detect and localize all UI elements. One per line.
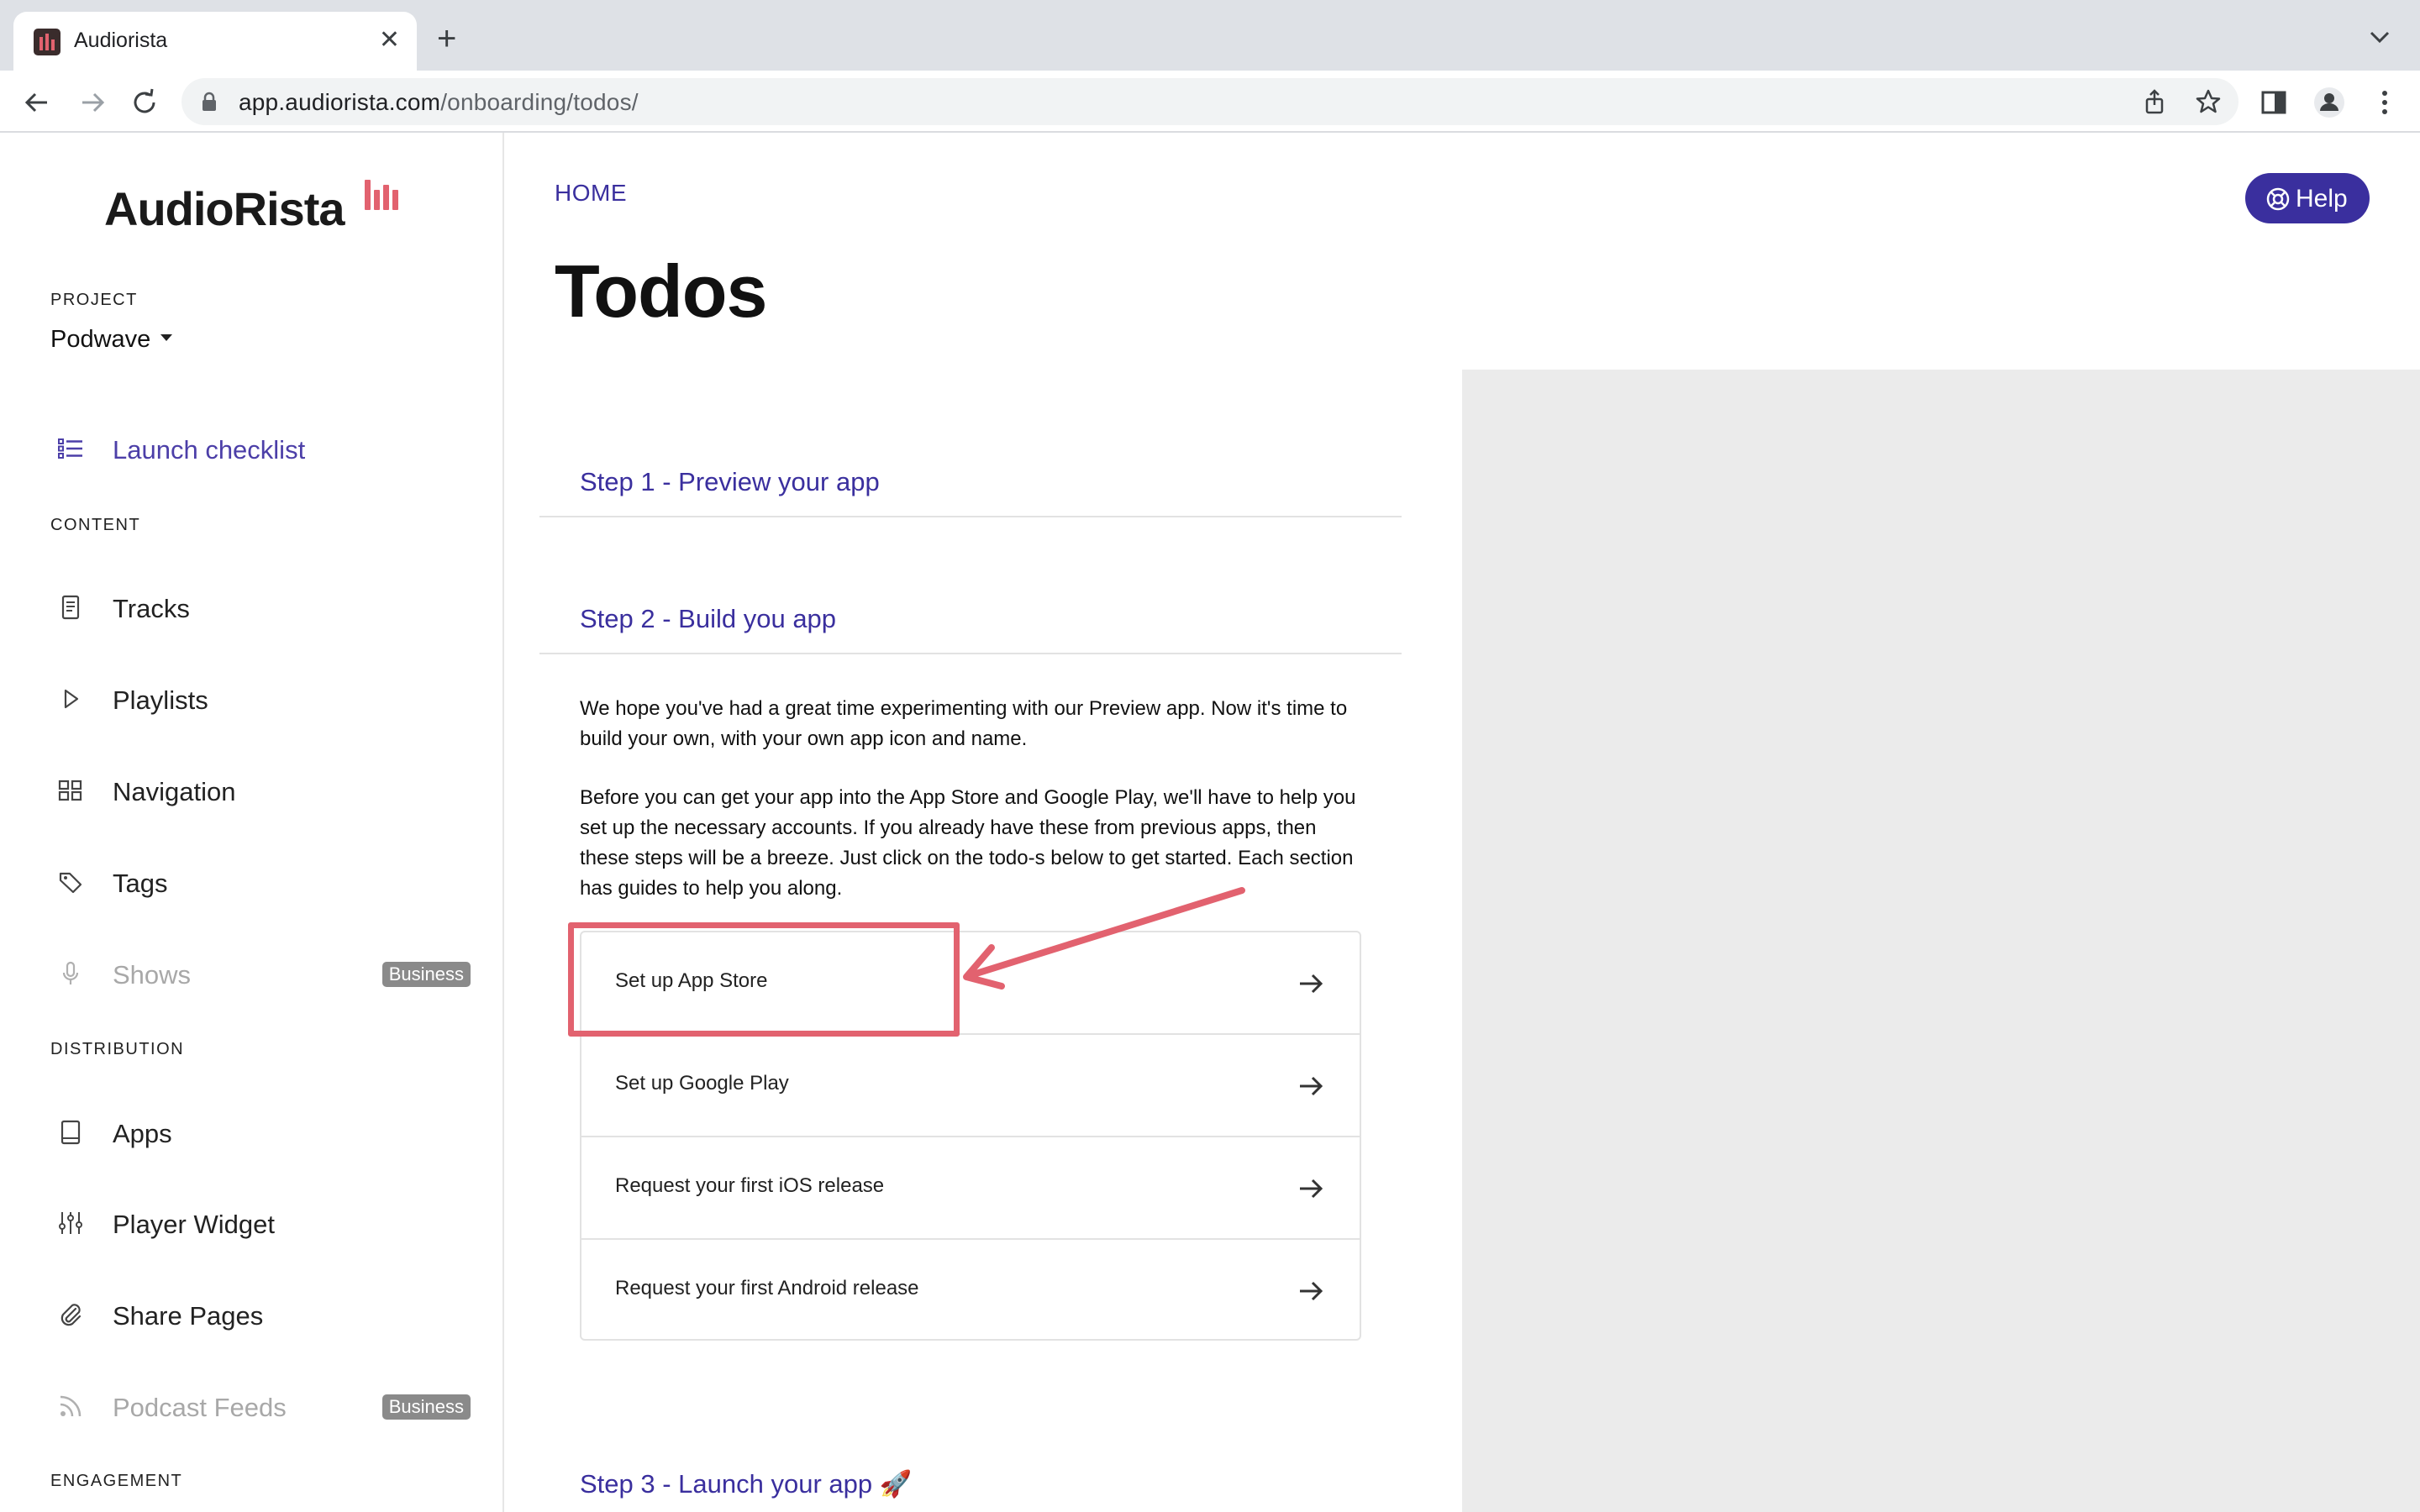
sidebar-item-label: Playlists bbox=[113, 685, 208, 715]
browser-tab-bar: Audiorista ✕ + bbox=[0, 0, 2420, 71]
sidebar-item-playlists[interactable]: Playlists bbox=[50, 674, 471, 724]
help-label: Help bbox=[2296, 185, 2348, 213]
step-3-header[interactable]: Step 3 - Launch your app 🚀 bbox=[539, 1468, 1402, 1512]
tab-close-icon[interactable]: ✕ bbox=[379, 25, 400, 55]
tab-search-chevron-icon[interactable] bbox=[2363, 20, 2396, 54]
sidebar-item-label: Tags bbox=[113, 869, 168, 898]
new-tab-icon[interactable]: + bbox=[437, 20, 456, 57]
business-badge: Business bbox=[381, 962, 471, 987]
todo-set-up-google-play[interactable]: Set up Google Play bbox=[581, 1035, 1360, 1137]
todo-label: Request your first iOS release bbox=[615, 1174, 885, 1197]
document-icon bbox=[61, 595, 80, 620]
distribution-section-label: DISTRIBUTION bbox=[50, 1040, 185, 1058]
tab-title: Audiorista bbox=[74, 29, 168, 52]
step-1-title: Step 1 - Preview your app bbox=[580, 467, 880, 496]
browser-toolbar: app.audiorista.com/onboarding/todos/ bbox=[0, 71, 2420, 133]
sidebar-item-apps[interactable]: Apps bbox=[50, 1107, 471, 1158]
help-button[interactable]: Help bbox=[2245, 173, 2370, 223]
step-2-header[interactable]: Step 2 - Build you app bbox=[539, 604, 1402, 654]
microphone-icon bbox=[62, 961, 79, 984]
project-section-label: PROJECT bbox=[50, 291, 138, 309]
share-icon[interactable] bbox=[2141, 88, 2168, 115]
project-selector[interactable]: Podwave bbox=[50, 326, 173, 354]
browser-tab[interactable]: Audiorista ✕ bbox=[13, 12, 417, 71]
business-badge: Business bbox=[381, 1394, 471, 1420]
sidebar-item-label: Launch checklist bbox=[113, 435, 306, 465]
breadcrumb-home[interactable]: HOME bbox=[555, 180, 627, 207]
grid-icon bbox=[58, 780, 82, 801]
caret-down-icon bbox=[160, 334, 173, 342]
arrow-right-icon bbox=[1300, 974, 1323, 994]
step-2-intro-text: We hope you've had a great time experime… bbox=[580, 697, 1348, 750]
profile-avatar-icon[interactable] bbox=[2312, 86, 2346, 119]
tag-icon bbox=[59, 872, 82, 894]
todo-label: Request your first Android release bbox=[615, 1277, 919, 1299]
sidebar-item-share-pages[interactable]: Share Pages bbox=[50, 1289, 471, 1340]
paperclip-icon bbox=[60, 1304, 82, 1326]
logo-bars-icon bbox=[365, 180, 398, 210]
audiorista-favicon-icon bbox=[34, 29, 60, 55]
lock-icon bbox=[203, 92, 216, 111]
step-1-header[interactable]: Step 1 - Preview your app bbox=[539, 467, 1402, 517]
sidebar-item-navigation[interactable]: Navigation bbox=[50, 765, 471, 816]
engagement-section-label: ENGAGEMENT bbox=[50, 1472, 183, 1490]
sidebar-item-player-widget[interactable]: Player Widget bbox=[50, 1198, 471, 1248]
sidebar-item-tags[interactable]: Tags bbox=[50, 857, 471, 907]
todo-request-ios-release[interactable]: Request your first iOS release bbox=[581, 1137, 1360, 1240]
page-title: Todos bbox=[555, 249, 767, 333]
address-bar[interactable]: app.audiorista.com/onboarding/todos/ bbox=[182, 78, 2238, 125]
content-section-label: CONTENT bbox=[50, 516, 141, 534]
sidebar-item-label: Tracks bbox=[113, 594, 190, 623]
sidebar-item-label: Navigation bbox=[113, 777, 236, 806]
reload-icon[interactable] bbox=[128, 86, 161, 119]
annotation-arrow-icon bbox=[963, 887, 1245, 990]
back-arrow-icon[interactable] bbox=[20, 86, 54, 119]
url-text: app.audiorista.com/onboarding/todos/ bbox=[239, 89, 639, 115]
arrow-right-icon bbox=[1300, 1281, 1323, 1301]
step-3-title: Step 3 - Launch your app 🚀 bbox=[580, 1469, 913, 1499]
rss-icon bbox=[60, 1395, 82, 1417]
sidebar-item-label: Apps bbox=[113, 1119, 172, 1148]
sidebar-item-label: Share Pages bbox=[113, 1301, 264, 1331]
arrow-right-icon bbox=[1300, 1179, 1323, 1199]
list-checklist-icon bbox=[58, 438, 82, 459]
sidebar: AudioRista PROJECT Podwave Launch checkl… bbox=[0, 133, 504, 1512]
audiorista-logo[interactable]: AudioRista bbox=[104, 181, 345, 236]
todo-request-android-release[interactable]: Request your first Android release bbox=[581, 1240, 1360, 1342]
sliders-icon bbox=[59, 1212, 82, 1234]
play-icon bbox=[64, 689, 79, 709]
step-2-title: Step 2 - Build you app bbox=[580, 604, 837, 633]
app-preview-pane bbox=[1462, 370, 2420, 1512]
bookmark-star-icon[interactable] bbox=[2195, 88, 2222, 115]
sidebar-item-label: Player Widget bbox=[113, 1210, 275, 1239]
todo-label: Set up Google Play bbox=[615, 1072, 789, 1095]
more-menu-icon[interactable] bbox=[2368, 86, 2402, 119]
side-panel-icon[interactable] bbox=[2257, 86, 2291, 119]
forward-arrow-icon[interactable] bbox=[76, 86, 109, 119]
lifebuoy-icon bbox=[2266, 187, 2290, 211]
sidebar-item-podcast-feeds[interactable]: Podcast Feeds Business bbox=[50, 1381, 471, 1431]
sidebar-item-shows[interactable]: Shows Business bbox=[50, 948, 471, 999]
sidebar-item-label: Podcast Feeds bbox=[113, 1393, 287, 1422]
sidebar-item-tracks[interactable]: Tracks bbox=[50, 582, 471, 633]
sidebar-item-label: Shows bbox=[113, 960, 192, 990]
sidebar-item-launch-checklist[interactable]: Launch checklist bbox=[50, 423, 471, 474]
annotation-highlight-box bbox=[568, 922, 960, 1037]
arrow-right-icon bbox=[1300, 1076, 1323, 1096]
tablet-icon bbox=[60, 1120, 81, 1145]
